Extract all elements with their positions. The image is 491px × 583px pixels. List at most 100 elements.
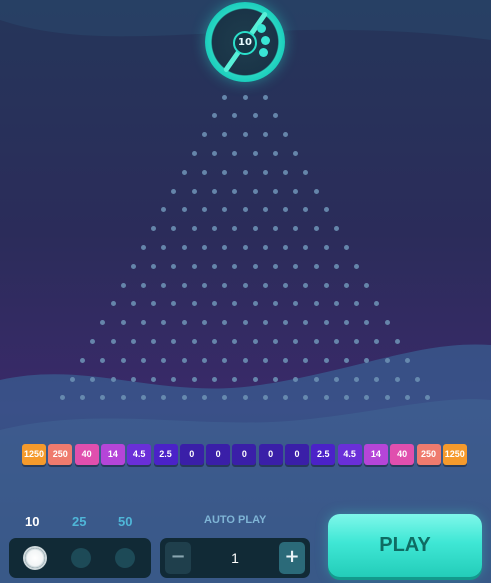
- peg: [181, 282, 187, 288]
- peg: [252, 113, 258, 119]
- peg: [171, 188, 177, 194]
- peg: [242, 395, 248, 401]
- peg: [222, 395, 228, 401]
- peg: [252, 188, 258, 194]
- peg: [262, 169, 268, 175]
- peg: [141, 357, 146, 363]
- peg: [262, 94, 268, 100]
- peg: [344, 320, 349, 326]
- queued-ball: [257, 24, 266, 33]
- peg: [293, 188, 299, 194]
- peg: [191, 338, 197, 344]
- autoplay-decrement-button[interactable]: −: [165, 542, 191, 574]
- peg: [181, 207, 187, 213]
- peg: [90, 338, 96, 344]
- peg: [212, 226, 218, 232]
- peg: [354, 301, 360, 307]
- ball-count-radio-25[interactable]: [71, 548, 91, 568]
- peg: [303, 282, 309, 288]
- peg: [161, 207, 167, 213]
- peg: [212, 188, 218, 194]
- peg: [191, 263, 197, 269]
- peg: [364, 320, 370, 326]
- peg: [313, 301, 319, 307]
- multiplier-slot: 4.5: [127, 444, 152, 465]
- peg: [364, 282, 370, 288]
- peg: [242, 320, 248, 326]
- peg: [313, 338, 319, 344]
- ball-count-radio-10[interactable]: [25, 548, 45, 568]
- peg: [201, 132, 207, 138]
- peg: [242, 207, 248, 213]
- peg: [323, 282, 329, 288]
- peg: [141, 395, 146, 401]
- peg: [151, 226, 157, 232]
- peg: [100, 395, 106, 401]
- peg: [151, 263, 157, 269]
- peg: [333, 226, 339, 232]
- peg: [252, 301, 258, 307]
- autoplay-label: AUTO PLAY: [204, 514, 267, 526]
- play-button[interactable]: PLAY: [328, 514, 482, 577]
- peg: [201, 357, 207, 363]
- game-stage: 10 1250 250 40 14 4.5 2.5 0 0 0 0 0 2.5 4.5 14 40 250 12…: [0, 0, 491, 583]
- peg: [130, 338, 136, 344]
- peg: [59, 395, 65, 401]
- peg: [272, 301, 278, 307]
- peg: [201, 244, 207, 250]
- peg: [252, 376, 258, 382]
- multiplier-slot: 0: [206, 444, 231, 465]
- peg: [161, 357, 167, 363]
- peg: [313, 376, 319, 382]
- peg: [313, 263, 319, 269]
- peg: [283, 282, 289, 288]
- peg: [344, 244, 349, 250]
- multiplier-slot: 0: [258, 444, 283, 465]
- peg: [222, 320, 228, 326]
- multiplier-slot: 40: [390, 444, 415, 465]
- peg: [110, 376, 116, 382]
- multiplier-slot: 0: [179, 444, 204, 465]
- peg: [242, 244, 248, 250]
- peg: [344, 395, 349, 401]
- peg: [262, 395, 268, 401]
- peg: [283, 169, 289, 175]
- ball-launcher: 10: [205, 2, 285, 82]
- ball-count-label-25[interactable]: 25: [72, 514, 86, 529]
- peg: [303, 395, 309, 401]
- peg: [252, 338, 258, 344]
- autoplay-value[interactable]: 1: [196, 538, 274, 578]
- peg: [181, 244, 187, 250]
- peg: [272, 263, 278, 269]
- ball-count-radio-50[interactable]: [115, 548, 135, 568]
- autoplay-increment-button[interactable]: +: [279, 542, 305, 574]
- peg: [171, 301, 177, 307]
- peg: [222, 169, 228, 175]
- peg: [425, 395, 431, 401]
- ball-count-label-50[interactable]: 50: [118, 514, 132, 529]
- peg: [384, 395, 390, 401]
- peg: [201, 395, 207, 401]
- queued-ball: [259, 48, 268, 57]
- ball-count-label-10[interactable]: 10: [25, 514, 39, 529]
- peg: [303, 320, 309, 326]
- peg: [344, 282, 349, 288]
- peg: [272, 376, 278, 382]
- peg: [222, 94, 228, 100]
- multiplier-slot: 2.5: [153, 444, 178, 465]
- peg: [232, 376, 238, 382]
- multiplier-slot: 1250: [22, 444, 46, 465]
- peg: [171, 376, 177, 382]
- peg: [323, 395, 329, 401]
- peg: [293, 301, 299, 307]
- peg: [242, 94, 248, 100]
- peg: [242, 132, 248, 138]
- peg: [252, 226, 258, 232]
- peg: [222, 132, 228, 138]
- peg: [262, 320, 268, 326]
- peg: [181, 357, 187, 363]
- peg: [313, 226, 319, 232]
- peg: [293, 376, 299, 382]
- peg: [120, 282, 126, 288]
- peg: [323, 357, 329, 363]
